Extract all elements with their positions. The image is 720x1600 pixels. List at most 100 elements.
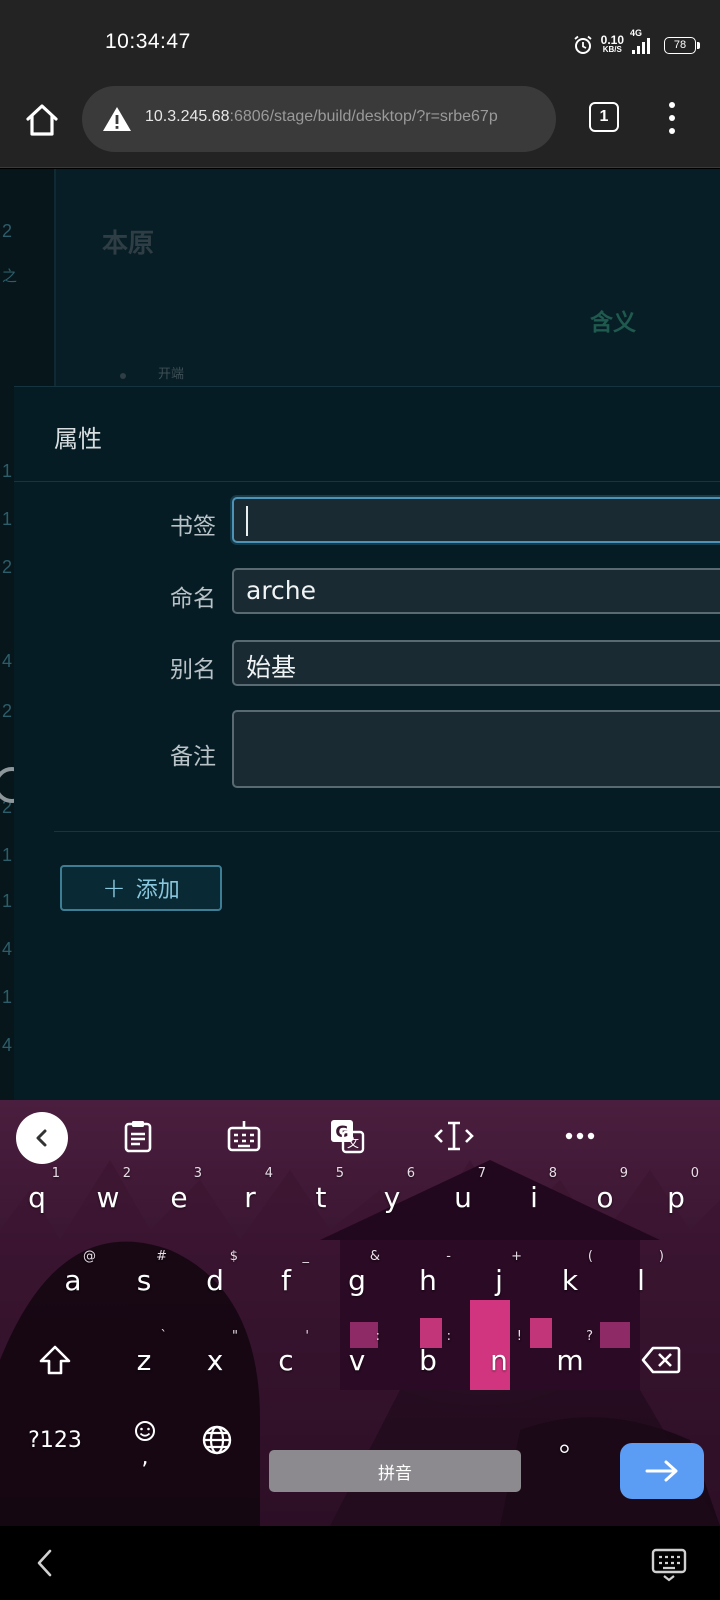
key-n[interactable]: n! [466,1325,532,1395]
key-i[interactable]: i8 [501,1162,567,1232]
key-x[interactable]: x " [182,1325,248,1395]
back-icon[interactable] [34,1548,56,1578]
tab-switcher-button[interactable]: 1 [589,102,619,132]
key-hint: 4 [264,1166,273,1181]
signal-icon: 4G [630,28,650,54]
divider [14,481,720,482]
key-label: d [206,1263,224,1297]
key-w[interactable]: w2 [75,1162,141,1232]
key-label: g [348,1263,366,1297]
network-speed-value: 0.10 [600,33,624,47]
key-t[interactable]: t5 [288,1162,354,1232]
shift-key[interactable] [22,1325,88,1395]
status-icons: 0.10 KB/S 4G 78 [573,28,700,60]
key-label: x [206,1343,224,1377]
symbols-key[interactable]: ?123 [22,1405,88,1475]
key-e[interactable]: e3 [146,1162,212,1232]
key-r[interactable]: r4 [217,1162,283,1232]
period-key[interactable]: 。 [540,1405,606,1475]
alias-input[interactable]: 始基 [232,640,720,686]
language-key[interactable] [184,1405,250,1475]
memo-label: 备注 [170,744,216,770]
arrow-right-icon [645,1460,678,1482]
key-hint: " [232,1329,238,1344]
url-path: :6806/stage/build/desktop/?r=srbe67p [229,108,498,125]
key-k[interactable]: k( [537,1245,603,1315]
url-text[interactable]: 10.3.245.68:6806/stage/build/desktop/?r=… [145,108,498,126]
key-j[interactable]: j + [466,1245,532,1315]
key-label: n [490,1343,508,1377]
key-label: u [454,1180,472,1214]
key-hint: & [369,1249,380,1264]
system-nav-bar [0,1526,720,1600]
globe-icon [202,1425,232,1455]
battery-icon: 78 [664,36,700,54]
key-hint: # [156,1249,167,1264]
key-c[interactable]: c ' [253,1325,319,1395]
gutter-number: 之 [2,268,18,285]
keyboard-layout-icon[interactable] [222,1114,266,1158]
key-label: j [495,1263,503,1297]
key-label: e [170,1180,188,1214]
bullet-icon [120,373,126,379]
status-time: 10:34:47 [105,30,191,53]
key-f[interactable]: f _ [253,1245,319,1315]
keyboard-switch-icon[interactable] [650,1544,688,1582]
keyboard-collapse-button[interactable] [16,1112,68,1164]
key-label: p [667,1180,685,1214]
home-icon[interactable] [22,100,62,140]
more-menu-icon[interactable] [662,102,682,134]
emoji-comma-key[interactable]: , [112,1405,178,1475]
space-key-label: 拼音 [378,1463,412,1484]
key-z[interactable]: z ` [111,1325,177,1395]
key-y[interactable]: y6 [359,1162,425,1232]
address-bar[interactable]: 10.3.245.68:6806/stage/build/desktop/?r=… [82,86,556,152]
name-value: arche [246,576,317,605]
add-button[interactable]: + 添加 [60,865,222,911]
key-u[interactable]: u7 [430,1162,496,1232]
comma-label: , [141,1445,149,1470]
key-o[interactable]: o9 [572,1162,638,1232]
key-b[interactable]: b: [395,1325,461,1395]
status-bar: 10:34:47 0.10 KB/S 4G 78 [0,0,720,84]
key-hint: 9 [619,1166,628,1181]
key-g[interactable]: g & [324,1245,390,1315]
warning-icon[interactable] [102,106,132,132]
key-hint: 0 [690,1166,699,1181]
name-label: 命名 [170,586,216,612]
more-icon[interactable] [558,1114,602,1158]
translate-icon[interactable]: G文 [325,1114,369,1158]
key-hint: + [511,1249,522,1264]
key-hint: ' [305,1329,309,1344]
text-caret [246,506,248,536]
name-input[interactable]: arche [232,568,720,614]
key-p[interactable]: p0 [643,1162,709,1232]
cursor-move-icon[interactable] [432,1114,476,1158]
key-hint: _ [302,1249,310,1264]
enter-key[interactable] [620,1443,704,1499]
key-m[interactable]: m? [537,1325,603,1395]
key-hint: 7 [477,1166,486,1181]
chevron-left-icon [36,1129,47,1147]
key-l[interactable]: l) [608,1245,674,1315]
key-q[interactable]: q1 [4,1162,70,1232]
key-label: c [278,1343,294,1377]
soft-keyboard: G文 q1 w2 e3 r4 t5 y6 u7 i8 o9 p0 a @ s # d… [0,1100,720,1526]
bookmark-input[interactable] [232,497,720,543]
memo-textarea[interactable] [232,710,720,788]
backspace-key[interactable] [628,1325,694,1395]
key-a[interactable]: a @ [40,1245,106,1315]
key-s[interactable]: s # [111,1245,177,1315]
gutter-number: 4 [2,1035,13,1055]
gutter-number: 2 [2,701,13,721]
network-type: 4G [630,28,643,38]
key-label: 。 [558,1425,587,1458]
backspace-icon [641,1346,681,1374]
space-key[interactable]: 拼音 [269,1450,521,1492]
key-v[interactable]: v: [324,1325,390,1395]
svg-text:文: 文 [347,1135,359,1150]
key-h[interactable]: h- [395,1245,461,1315]
key-label: i [530,1180,538,1214]
clipboard-icon[interactable] [116,1114,160,1158]
key-d[interactable]: d $ [182,1245,248,1315]
